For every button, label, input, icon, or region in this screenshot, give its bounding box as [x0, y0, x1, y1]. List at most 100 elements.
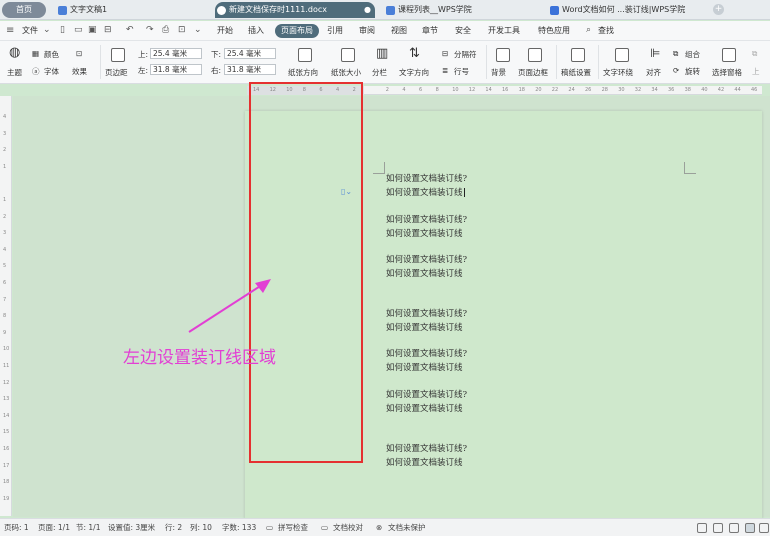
open-folder-icon[interactable]: ▭: [74, 25, 83, 35]
paragraph[interactable]: 如何设置文档装订线? 如何设置文档装订线: [386, 388, 467, 416]
chevron-down-icon[interactable]: ⌄: [43, 25, 51, 35]
status-word-count[interactable]: 字数: 133: [222, 522, 256, 534]
ruler-tick: 17: [3, 462, 10, 469]
document-area[interactable]: ▯⌄ 如何设置文档装订线? 如何设置文档装订线 如何设置文档装订线? 如何设置文…: [13, 96, 770, 531]
page-view-icon[interactable]: [745, 523, 755, 533]
tab-home[interactable]: 首页: [2, 2, 46, 18]
theme-icon[interactable]: ◍: [9, 45, 20, 60]
status-page-number[interactable]: 页码: 1: [4, 522, 29, 534]
menu-file[interactable]: 文件: [22, 24, 38, 38]
bring-forward-button[interactable]: 上: [752, 66, 760, 77]
paper-setup-icon[interactable]: [571, 48, 585, 62]
search-icon[interactable]: ⌕: [586, 25, 591, 35]
save-icon[interactable]: ▣: [88, 25, 97, 35]
rotate-button[interactable]: 旋转: [685, 66, 700, 77]
tab-document-active[interactable]: 新建文档保存时1111.docx ●: [215, 2, 375, 18]
status-row[interactable]: 行: 2: [165, 522, 182, 534]
ruler-tick: 15: [3, 429, 10, 436]
line-text: 如何设置文档装订线: [386, 404, 463, 414]
paragraph[interactable]: 如何设置文档装订线? 如何设置文档装订线: [386, 442, 467, 470]
paper-size-button[interactable]: 纸张大小: [331, 67, 361, 78]
selection-pane-icon[interactable]: [722, 48, 736, 62]
print-icon[interactable]: ⎙: [162, 25, 169, 35]
orientation-icon[interactable]: [298, 48, 312, 62]
status-column[interactable]: 列: 10: [190, 522, 212, 534]
menu-chapter[interactable]: 章节: [422, 24, 438, 38]
margin-bottom-input[interactable]: 25.4 毫米: [224, 48, 276, 59]
export-icon[interactable]: ⊟: [104, 25, 112, 35]
tab-word-article[interactable]: Word文档如何 ...装订线|WPS学院: [548, 2, 708, 18]
paragraph[interactable]: 如何设置文档装订线? 如何设置文档装订线: [386, 213, 467, 241]
orientation-button[interactable]: 纸张方向: [288, 67, 318, 78]
add-tab-button[interactable]: +: [713, 4, 724, 15]
text-direction-button[interactable]: 文字方向: [399, 67, 429, 78]
paragraph[interactable]: 如何设置文档装订线? 如何设置文档装订线: [386, 172, 467, 200]
menu-review[interactable]: 审阅: [359, 24, 375, 38]
margins-icon[interactable]: [111, 48, 125, 62]
more-icon[interactable]: ⌄: [194, 25, 202, 35]
columns-icon[interactable]: ▥: [376, 46, 388, 61]
menu-special-apps[interactable]: 特色应用: [538, 24, 570, 38]
font-button[interactable]: 字体: [44, 66, 59, 77]
text-direction-icon[interactable]: ⇅: [409, 46, 420, 61]
breaks-button[interactable]: 分隔符: [454, 49, 477, 60]
print-preview-icon[interactable]: ⊡: [178, 25, 186, 35]
align-icon[interactable]: ⊫: [650, 46, 660, 60]
close-icon[interactable]: ●: [364, 2, 371, 18]
edit-mode-icon[interactable]: [729, 523, 739, 533]
text-wrap-icon[interactable]: [615, 48, 629, 62]
status-setting-value[interactable]: 设置值: 3厘米: [108, 522, 155, 534]
text-wrap-button[interactable]: 文字环绕: [603, 67, 633, 78]
spellcheck-button[interactable]: 拼写检查: [278, 522, 308, 534]
line-numbers-icon: ≣: [442, 66, 449, 75]
margin-top-input[interactable]: 25.4 毫米: [150, 48, 202, 59]
ruler-tick: 5: [3, 263, 7, 270]
web-view-icon[interactable]: [759, 523, 769, 533]
theme-button[interactable]: 主题: [7, 67, 22, 78]
hamburger-icon[interactable]: ≡: [6, 25, 14, 36]
background-icon[interactable]: [496, 48, 510, 62]
page-border-icon[interactable]: [528, 48, 542, 62]
line-text: 如何设置文档装订线: [386, 458, 463, 468]
ruler-tick: 32: [634, 87, 642, 93]
menu-developer[interactable]: 开发工具: [488, 24, 520, 38]
fullscreen-icon[interactable]: [697, 523, 707, 533]
menu-insert[interactable]: 插入: [248, 24, 264, 38]
reading-mode-icon[interactable]: [713, 523, 723, 533]
menu-references[interactable]: 引用: [327, 24, 343, 38]
tab-course-list[interactable]: 课程列表__WPS学院: [384, 2, 534, 18]
status-pages[interactable]: 页面: 1/1: [38, 522, 70, 534]
columns-button[interactable]: 分栏: [372, 67, 387, 78]
align-button[interactable]: 对齐: [646, 67, 661, 78]
color-button[interactable]: 颜色: [44, 49, 59, 60]
margin-right-input[interactable]: 31.8 毫米: [224, 64, 276, 75]
paragraph[interactable]: 如何设置文档装订线? 如何设置文档装订线: [386, 253, 467, 281]
margins-button[interactable]: 页边距: [105, 67, 128, 78]
paper-size-icon[interactable]: [341, 48, 355, 62]
effect-button[interactable]: 效果: [72, 66, 87, 77]
proofread-button[interactable]: 文档校对: [333, 522, 363, 534]
new-file-icon[interactable]: ▯: [60, 25, 65, 35]
background-button[interactable]: 背景: [491, 67, 506, 78]
selection-pane-button[interactable]: 选择窗格: [712, 67, 742, 78]
ruler-tick: 36: [668, 87, 675, 93]
vertical-ruler[interactable]: 4 3 2 1 1 2 3 4 5 6 7 8 9 10 11 12 13 14 15 16 17 18 19: [0, 96, 12, 516]
menu-page-layout[interactable]: 页面布局: [275, 24, 319, 38]
group-button[interactable]: 组合: [685, 49, 700, 60]
page-border-button[interactable]: 页面边框: [518, 67, 548, 78]
redo-icon[interactable]: ↷: [146, 25, 154, 35]
menu-start[interactable]: 开始: [217, 24, 233, 38]
protection-status[interactable]: 文档未保护: [388, 522, 426, 534]
menu-view[interactable]: 视图: [391, 24, 407, 38]
margin-left-input[interactable]: 31.8 毫米: [150, 64, 202, 75]
paragraph[interactable]: 如何设置文档装订线? 如何设置文档装订线: [386, 307, 467, 335]
paragraph[interactable]: 如何设置文档装订线? 如何设置文档装订线: [386, 347, 467, 375]
paper-setup-button[interactable]: 稿纸设置: [561, 67, 591, 78]
menu-security[interactable]: 安全: [455, 24, 471, 38]
status-section[interactable]: 节: 1/1: [76, 522, 100, 534]
divider: [100, 45, 101, 79]
tab-document-1[interactable]: 文字文稿1: [56, 2, 206, 18]
menu-search[interactable]: 查找: [598, 24, 614, 38]
undo-icon[interactable]: ↶: [126, 25, 134, 35]
line-numbers-button[interactable]: 行号: [454, 66, 469, 77]
